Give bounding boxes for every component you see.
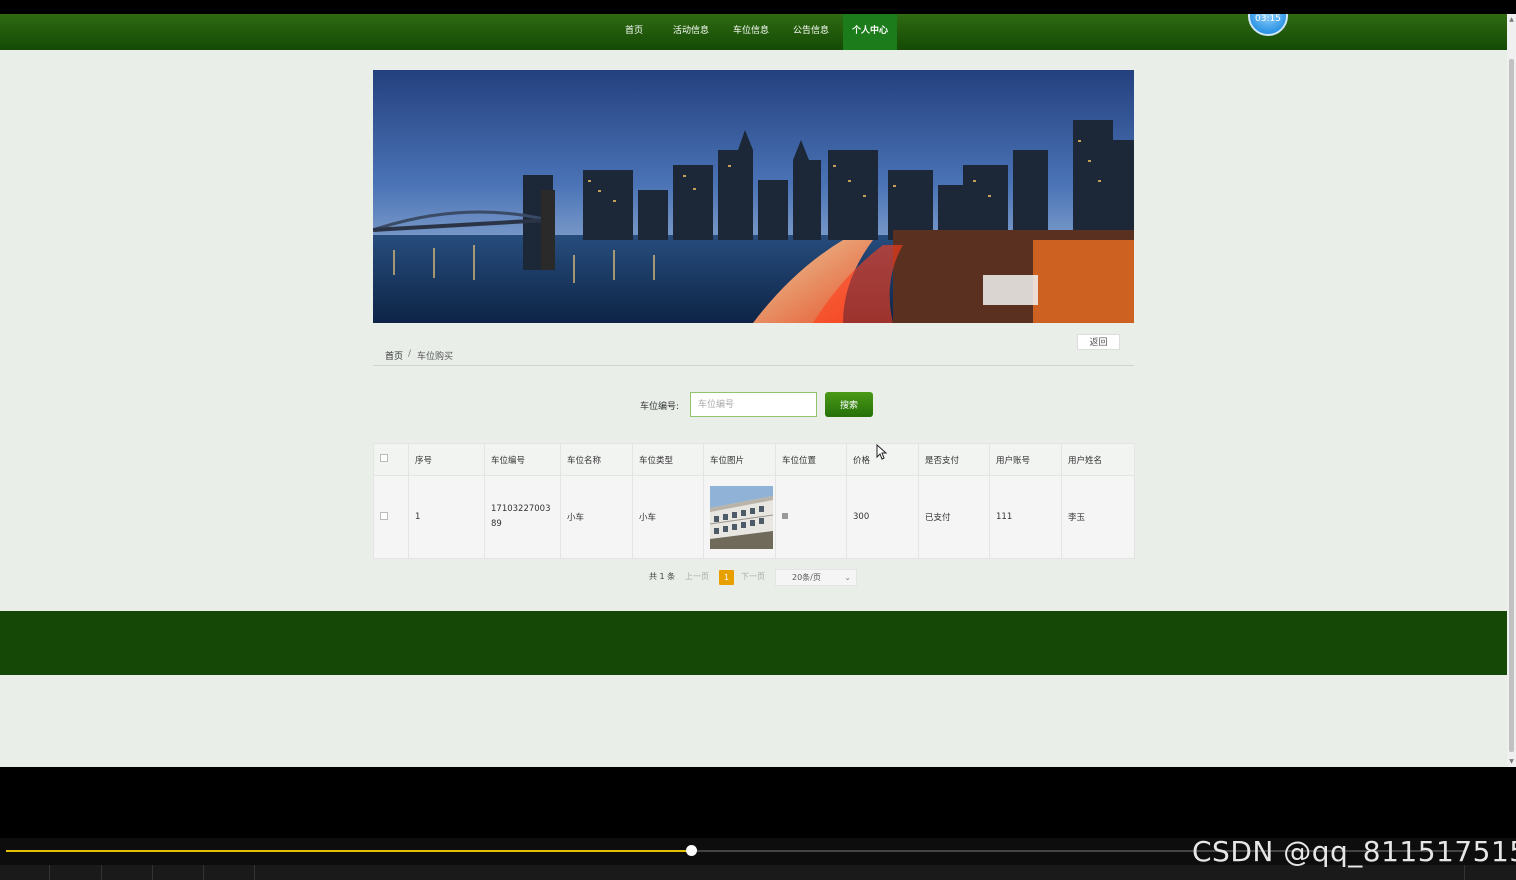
nav-item-activities[interactable]: 活动信息 <box>664 14 718 50</box>
pagination-prev-button[interactable]: 上一页 <box>685 571 709 582</box>
page-scrollbar[interactable]: ▲ ▼ <box>1507 14 1516 767</box>
row-select-cell <box>373 475 409 559</box>
page-size-select[interactable]: 20条/页 ⌄ <box>775 569 857 586</box>
clock-text: 03:15 <box>1255 14 1281 24</box>
pagination-next-button[interactable]: 下一页 <box>741 571 765 582</box>
column-header: 车位位置 <box>775 443 847 476</box>
web-page: 首页 活动信息 车位信息 公告信息 个人中心 03:15 首页 / 车位购买 返… <box>0 14 1507 767</box>
page-footer <box>0 611 1507 675</box>
column-header: 用户姓名 <box>1061 443 1135 476</box>
cell-code: 1710322700389 <box>484 475 561 559</box>
location-icon <box>782 513 788 519</box>
cell-type: 小车 <box>632 475 704 559</box>
cell-image <box>703 475 776 559</box>
column-header: 序号 <box>408 443 485 476</box>
cell-paid: 已支付 <box>918 475 990 559</box>
select-all-checkbox[interactable] <box>380 454 388 462</box>
parking-code-search-input[interactable] <box>690 392 817 417</box>
select-all-cell <box>373 443 409 476</box>
breadcrumb-separator: / <box>408 349 412 359</box>
scroll-down-icon[interactable]: ▼ <box>1508 758 1515 765</box>
scroll-up-icon[interactable]: ▲ <box>1508 16 1515 23</box>
city-banner-image <box>373 70 1134 323</box>
seek-knob[interactable] <box>685 845 697 856</box>
column-header: 用户账号 <box>989 443 1062 476</box>
parking-thumbnail-image[interactable] <box>710 485 773 549</box>
cell-name: 小车 <box>560 475 633 559</box>
column-header: 车位类型 <box>632 443 704 476</box>
cell-account: 111 <box>989 475 1062 559</box>
nav-item-notices[interactable]: 公告信息 <box>784 14 838 50</box>
pagination: 共 1 条 上一页 1 下一页 20条/页 ⌄ <box>373 569 1134 586</box>
breadcrumb-current: 车位购买 <box>417 352 454 362</box>
nav-item-personal-center[interactable]: 个人中心 <box>843 14 897 50</box>
column-header: 是否支付 <box>918 443 990 476</box>
search-label: 车位编号: <box>640 402 680 412</box>
cell-location <box>775 475 847 559</box>
scrollbar-thumb[interactable] <box>1509 59 1514 752</box>
csdn-watermark: CSDN @qq_811517515 <box>1192 835 1516 868</box>
chevron-down-icon: ⌄ <box>844 573 851 582</box>
column-header: 车位编号 <box>484 443 561 476</box>
table-row[interactable]: 1 1710322700389 小车 小车 300 已支付 111 李玉 <box>373 475 1135 559</box>
row-checkbox[interactable] <box>380 511 388 520</box>
column-header: 车位图片 <box>703 443 776 476</box>
screen: 首页 活动信息 车位信息 公告信息 个人中心 03:15 首页 / 车位购买 返… <box>0 0 1516 880</box>
back-button[interactable]: 返回 <box>1077 334 1120 350</box>
seek-progress <box>6 850 691 852</box>
cell-username: 李玉 <box>1061 475 1135 559</box>
pagination-total: 共 1 条 <box>649 572 676 581</box>
top-nav: 首页 活动信息 车位信息 公告信息 个人中心 03:15 <box>0 14 1507 50</box>
parking-purchase-table: 序号 车位编号 车位名称 车位类型 车位图片 车位位置 价格 是否支付 用户账号… <box>373 443 1135 559</box>
nav-item-parking-info[interactable]: 车位信息 <box>724 14 778 50</box>
breadcrumb-home-link[interactable]: 首页 <box>385 349 403 362</box>
cell-index: 1 <box>408 475 485 559</box>
table-header-row: 序号 车位编号 车位名称 车位类型 车位图片 车位位置 价格 是否支付 用户账号… <box>373 443 1135 476</box>
mouse-cursor-icon <box>876 444 888 460</box>
cell-price: 300 <box>846 475 919 559</box>
column-header: 车位名称 <box>560 443 633 476</box>
nav-item-home[interactable]: 首页 <box>614 14 654 50</box>
pagination-current-page[interactable]: 1 <box>719 570 734 585</box>
breadcrumb: 首页 / 车位购买 <box>373 342 1134 366</box>
search-button[interactable]: 搜索 <box>825 392 873 417</box>
page-size-value: 20条/页 <box>792 573 821 582</box>
